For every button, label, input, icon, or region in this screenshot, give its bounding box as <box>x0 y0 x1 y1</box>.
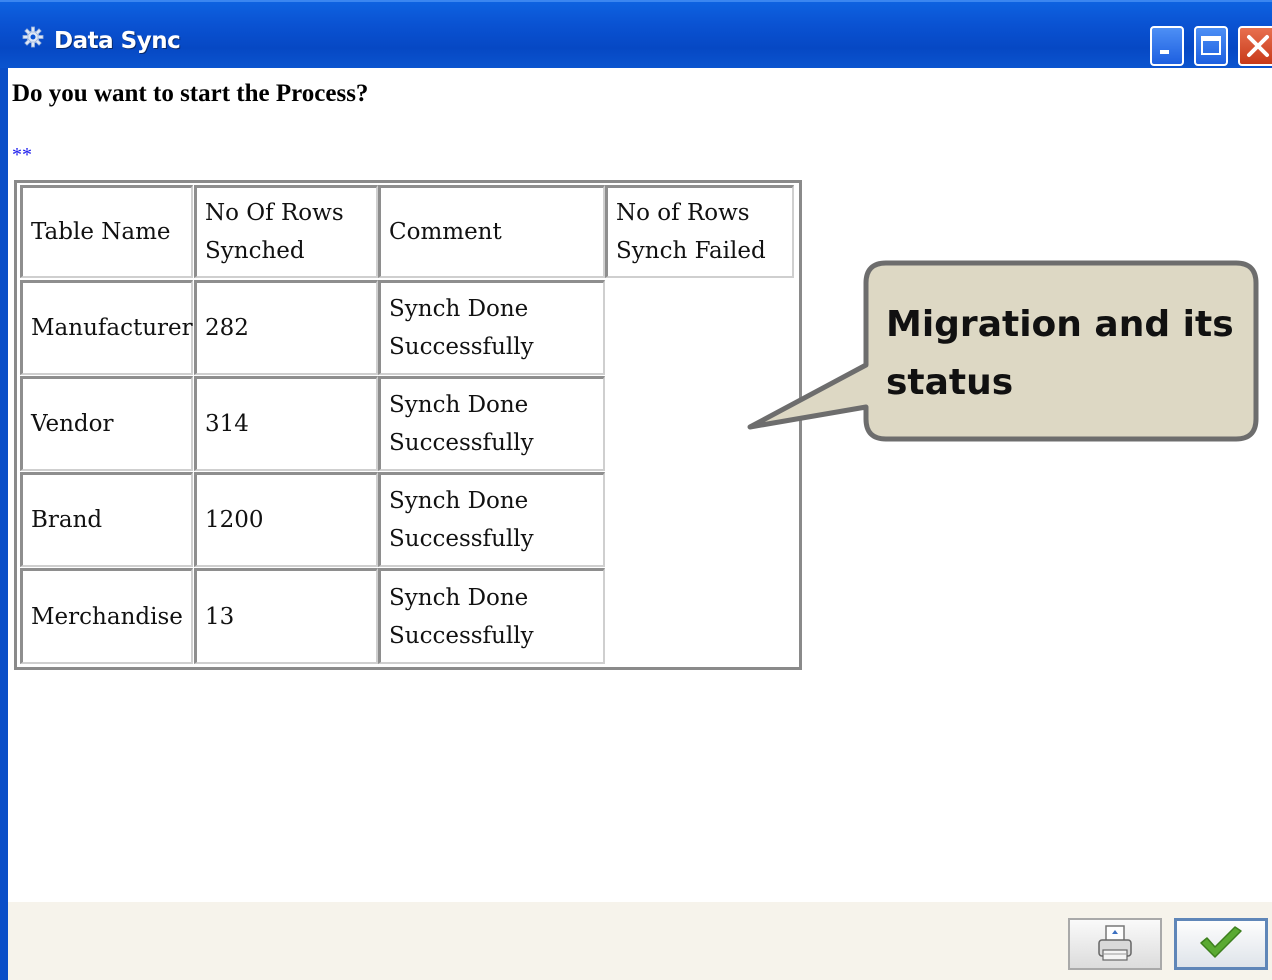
table-cell-rows-synched: 282 <box>194 280 378 375</box>
print-button[interactable] <box>1068 918 1162 970</box>
maximize-icon <box>1201 36 1221 55</box>
header-label: Comment <box>389 219 502 245</box>
cell-text: Synch Done <box>389 296 529 322</box>
cell-text: Brand <box>31 507 103 533</box>
status-marker: ** <box>12 144 32 166</box>
cell-text: Merchandise <box>31 603 183 630</box>
header-label: No Of Rows <box>205 200 344 226</box>
header-label: No of Rows <box>616 200 750 226</box>
table-cell-rows-synched: 314 <box>194 376 378 471</box>
table-cell-comment: Synch Done Successfully <box>378 376 605 471</box>
cell-text: 282 <box>205 315 249 341</box>
cell-text: Successfully <box>389 334 534 360</box>
table-header-cell: Comment <box>378 185 605 278</box>
cell-text: Manufacturer <box>31 315 193 341</box>
cell-text: Successfully <box>389 526 534 552</box>
maximize-button[interactable] <box>1194 26 1228 66</box>
cell-text: Successfully <box>389 430 534 456</box>
table-cell-table-name: Manufacturer <box>20 280 193 375</box>
table-header-cell: No Of Rows Synched <box>194 185 378 278</box>
window-frame-left <box>0 68 8 980</box>
cell-text: Synch Done <box>389 392 529 418</box>
close-icon <box>1247 35 1269 57</box>
callout-line: Migration and its <box>886 304 1234 345</box>
cell-text: 1200 <box>205 507 264 533</box>
header-label: Table Name <box>31 219 171 245</box>
table-cell-comment: Synch Done Successfully <box>378 568 605 664</box>
printer-icon <box>1098 925 1132 961</box>
cell-text: Vendor <box>31 411 114 437</box>
gear-icon <box>22 26 44 48</box>
cell-text: 13 <box>205 603 235 630</box>
window-title: Data Sync <box>54 28 181 54</box>
table-cell-table-name: Brand <box>20 472 193 567</box>
checkmark-icon <box>1200 926 1242 958</box>
cell-text: Synch Done <box>389 584 529 611</box>
table-cell-table-name: Merchandise <box>20 568 193 664</box>
table-cell-comment: Synch Done Successfully <box>378 280 605 375</box>
cell-text: Synch Done <box>389 488 529 514</box>
callout-text: Migration and its status <box>886 296 1246 412</box>
title-bar: Data Sync <box>0 0 1272 68</box>
table-header-cell: Table Name <box>20 185 193 278</box>
table-cell-rows-synched: 1200 <box>194 472 378 567</box>
callout-line: status <box>886 362 1014 403</box>
cell-text: Successfully <box>389 622 534 649</box>
table-cell-table-name: Vendor <box>20 376 193 471</box>
minimize-button[interactable] <box>1150 26 1184 66</box>
cell-text: 314 <box>205 411 249 437</box>
minimize-icon <box>1160 50 1169 54</box>
table-cell-comment: Synch Done Successfully <box>378 472 605 567</box>
close-button[interactable] <box>1238 26 1272 66</box>
header-label: Synched <box>205 238 305 264</box>
table-cell-rows-synched: 13 <box>194 568 378 664</box>
ok-button[interactable] <box>1174 918 1268 970</box>
process-question: Do you want to start the Process? <box>12 80 369 107</box>
